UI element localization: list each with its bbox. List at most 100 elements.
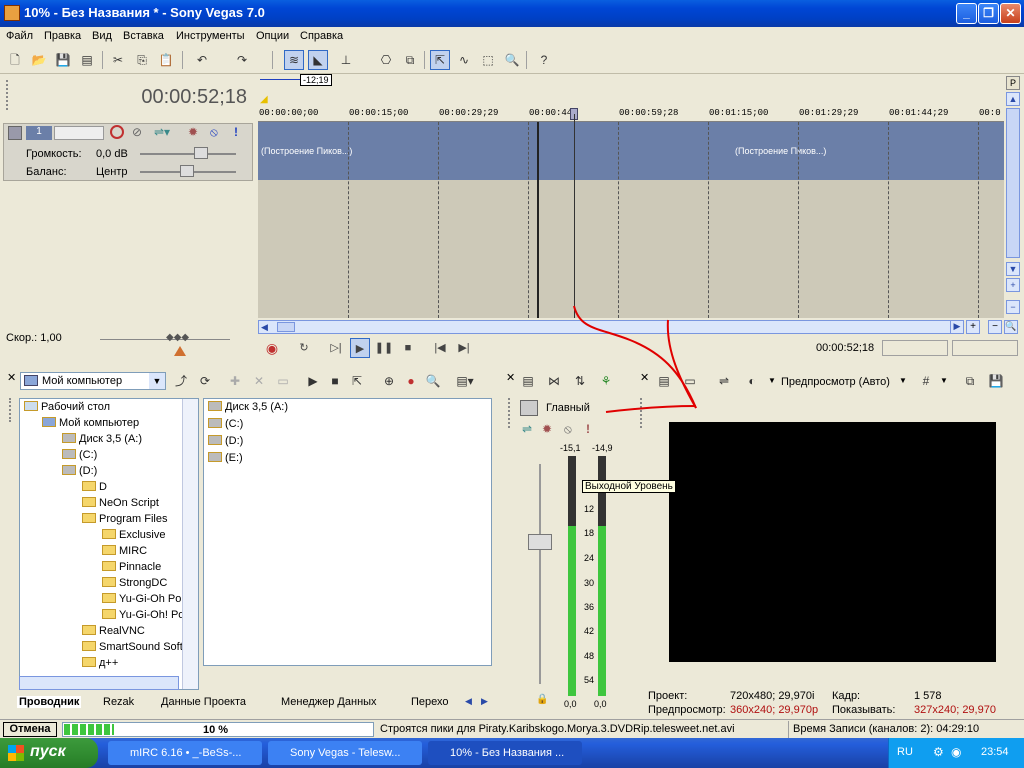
new-folder-icon[interactable]: ✚ — [225, 371, 245, 391]
tree-item[interactable]: NeOn Script — [82, 497, 159, 509]
selection-length-field[interactable] — [952, 340, 1018, 356]
tree-item[interactable]: д++ — [82, 657, 118, 669]
preview-stop-icon[interactable]: ■ — [325, 371, 345, 391]
paste-icon[interactable]: 📋 — [156, 50, 176, 70]
menu-file[interactable]: Файл — [6, 30, 33, 42]
envelope-icon[interactable]: ◣ — [308, 50, 328, 70]
new-icon[interactable]: 🗋 — [5, 50, 25, 70]
preview-quality-dropdown[interactable]: Предпросмотр (Авто) — [781, 376, 890, 388]
play-icon[interactable]: ▶ — [350, 338, 370, 358]
app-icon[interactable] — [4, 5, 20, 21]
close-icon[interactable]: ✕ — [506, 371, 515, 384]
track-fx-icon[interactable]: ✹ — [188, 125, 198, 139]
mute-icon[interactable]: ⦸ — [210, 125, 218, 140]
tree-item[interactable]: (C:) — [62, 449, 97, 461]
menu-options[interactable]: Опции — [256, 30, 289, 42]
tree-item[interactable]: Диск 3,5 (A:) — [62, 433, 142, 445]
tree-item[interactable]: Program Files — [82, 513, 167, 525]
tab-project-media[interactable]: Данные Проекта — [161, 696, 246, 708]
cut-icon[interactable]: ✂ — [108, 50, 128, 70]
save-snapshot-icon[interactable]: 💾 — [986, 371, 1006, 391]
master-fx-icon[interactable]: ⇌ — [522, 422, 532, 436]
tree-item[interactable]: Yu-Gi-Oh Po — [102, 593, 181, 605]
lock-envelopes-icon[interactable]: ⎔ — [376, 50, 396, 70]
preview-play-icon[interactable]: ▶ — [303, 371, 323, 391]
invert-phase-icon[interactable]: ⊘ — [132, 125, 142, 139]
speed-slider-track[interactable] — [100, 339, 230, 340]
tab-rezak[interactable]: Rezak — [103, 696, 134, 708]
tree-item[interactable]: D — [82, 481, 107, 493]
auto-ripple-icon[interactable]: ≋ — [284, 50, 304, 70]
task-sony-vegas-2[interactable]: Sony Vegas - Telesw... — [268, 741, 422, 765]
scroll-up-icon[interactable]: ▲ — [1006, 92, 1020, 106]
selection-start-field[interactable] — [882, 340, 948, 356]
tree-item[interactable]: Exclusive — [102, 529, 165, 541]
menu-edit[interactable]: Правка — [44, 30, 81, 42]
file-item[interactable]: Диск 3,5 (A:) — [208, 401, 288, 413]
close-button[interactable]: ✕ — [1000, 3, 1021, 24]
timeline-area[interactable]: -12;19 ◢ 00:00:00;00 00:00:15;00 00:00:2… — [258, 74, 1004, 318]
loop-marker-icon[interactable]: ◢ — [260, 94, 268, 105]
tab-scroll-left-icon[interactable]: ◀ — [465, 696, 472, 707]
volume-slider-thumb[interactable] — [194, 147, 208, 159]
chevron-down-icon[interactable]: ▼ — [899, 376, 907, 385]
tree-item[interactable]: MIRC — [102, 545, 147, 557]
start-button[interactable]: пуск — [0, 738, 98, 768]
zoom-in-icon[interactable]: + — [1006, 278, 1020, 292]
go-to-end-icon[interactable]: ▶| — [454, 338, 474, 358]
loop-icon[interactable]: ↻ — [294, 338, 314, 358]
chevron-down-icon[interactable]: ▼ — [940, 376, 948, 385]
audio-track-header[interactable]: 1 ⊘ ⇌▾ ✹ ⦸ ! Громкость: 0,0 dB Баланс: Ц… — [3, 123, 253, 181]
zoom-tool-icon[interactable]: 🔍 — [502, 50, 522, 70]
time-ruler[interactable]: -12;19 ◢ 00:00:00;00 00:00:15;00 00:00:2… — [258, 74, 1004, 122]
tab-media-manager[interactable]: Менеджер Данных — [281, 696, 377, 708]
tree-item[interactable]: Yu-Gi-Oh! Po — [102, 609, 184, 621]
tray-icon[interactable]: ◉ — [951, 745, 961, 759]
scroll-right-icon[interactable]: ▶ — [950, 320, 964, 334]
save-icon[interactable]: 💾 — [53, 50, 73, 70]
folder-icon[interactable]: ▭ — [273, 371, 293, 391]
file-list[interactable]: Диск 3,5 (A:) (C:) (D:) (E:) — [203, 398, 492, 666]
refresh-icon[interactable]: ⟳ — [195, 371, 215, 391]
tree-item[interactable]: StrongDC — [102, 577, 167, 589]
master-fader-thumb[interactable] — [528, 534, 552, 550]
track-name-field[interactable] — [54, 126, 104, 140]
up-folder-icon[interactable]: ⤴ — [171, 371, 191, 391]
go-to-start-icon[interactable]: |◀ — [430, 338, 450, 358]
audio-clip[interactable]: (Построение Пиков...) (Построение Пиков.… — [258, 122, 1004, 180]
task-sony-vegas-active[interactable]: 10% - Без Названия ... — [428, 741, 582, 765]
web-icon[interactable]: ⊕ — [379, 371, 399, 391]
menu-insert[interactable]: Вставка — [123, 30, 164, 42]
master-solo-icon[interactable]: ! — [586, 422, 590, 436]
delete-icon[interactable]: ✕ — [249, 371, 269, 391]
minimize-button[interactable]: _ — [956, 3, 977, 24]
tab-explorer[interactable]: Проводник — [17, 696, 82, 708]
copy-snapshot-icon[interactable]: ⧉ — [960, 371, 980, 391]
file-item[interactable]: (E:) — [208, 452, 243, 464]
menu-tools[interactable]: Инструменты — [176, 30, 245, 42]
selection-tool-icon[interactable]: ⬚ — [478, 50, 498, 70]
tree-item[interactable]: RealVNC — [82, 625, 145, 637]
maximize-button[interactable]: ❐ — [978, 3, 999, 24]
arm-record-icon[interactable] — [110, 125, 124, 139]
speed-marker-icon[interactable] — [174, 346, 186, 356]
tree-item[interactable]: (D:) — [62, 465, 97, 477]
solo-icon[interactable]: ! — [234, 125, 238, 139]
play-from-start-icon[interactable]: ▷| — [326, 338, 346, 358]
scroll-thumb[interactable] — [1006, 108, 1020, 258]
chevron-down-icon[interactable]: ▼ — [149, 373, 165, 389]
media-icon[interactable]: ● — [401, 371, 421, 391]
close-icon[interactable]: ✕ — [7, 371, 16, 384]
tree-item[interactable]: Pinnacle — [102, 561, 161, 573]
tab-scroll-right-icon[interactable]: ▶ — [481, 696, 488, 707]
master-gear-icon[interactable]: ✹ — [542, 422, 552, 436]
open-icon[interactable]: 📂 — [29, 50, 49, 70]
track-minimize-icon[interactable] — [8, 126, 22, 140]
auto-preview-icon[interactable]: ⇱ — [347, 371, 367, 391]
language-indicator[interactable]: RU — [897, 746, 913, 758]
fx-icon[interactable]: ⇌▾ — [154, 125, 170, 139]
menu-help[interactable]: Справка — [300, 30, 343, 42]
volume-slider-track[interactable] — [140, 153, 236, 155]
overlays-icon[interactable]: # — [916, 371, 936, 391]
cancel-button[interactable]: Отмена — [3, 722, 57, 737]
